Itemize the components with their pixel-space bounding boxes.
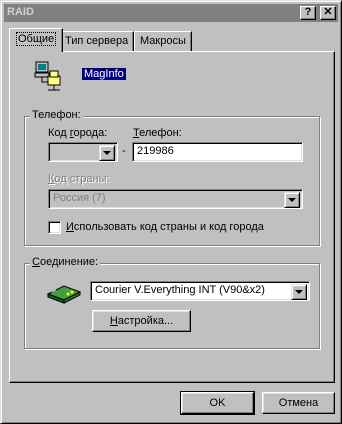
phone-group-title: Телефон: [30, 109, 83, 121]
tab-macros[interactable]: Макросы [134, 31, 192, 51]
connection-group-title: Соединение: [30, 256, 101, 268]
window-title: RAID [7, 6, 34, 18]
country-code-label: Код страны: [48, 173, 110, 185]
cancel-button[interactable]: Отмена [262, 392, 335, 414]
phone-label: Телефон: [133, 127, 182, 139]
use-codes-label[interactable]: Использовать код страны и код города [66, 221, 264, 233]
setup-button[interactable]: Настройка... [92, 310, 191, 332]
area-code-label: Код города: [48, 127, 108, 139]
tab-general[interactable]: Общие [9, 28, 64, 52]
close-button[interactable]: ✕ [320, 6, 336, 20]
ok-button[interactable]: OK [180, 391, 255, 415]
connection-name[interactable]: MagInfo [82, 68, 126, 80]
modem-icon [46, 285, 82, 304]
country-code-combobox[interactable]: Россия (7) [48, 189, 303, 209]
dialog-window: RAID ? ✕ Общие Тип сервера Макросы MagIn… [0, 0, 342, 424]
area-code-combobox[interactable] [48, 142, 118, 162]
dash-separator: - [122, 145, 126, 157]
phone-input[interactable]: 219986 [132, 142, 303, 162]
chevron-down-icon[interactable] [284, 192, 300, 208]
use-codes-checkbox[interactable] [48, 221, 61, 234]
chevron-down-icon[interactable] [291, 284, 307, 300]
tab-panel-general: MagInfo Телефон: Код города: - Телефон: … [9, 51, 335, 383]
chevron-down-icon[interactable] [99, 145, 115, 161]
modem-combobox[interactable]: Courier V.Everything INT (V90&x2) [90, 281, 310, 301]
title-bar[interactable]: RAID ? ✕ [4, 4, 338, 22]
help-button[interactable]: ? [300, 6, 316, 20]
tab-server-type[interactable]: Тип сервера [59, 31, 135, 51]
connection-groupbox [24, 263, 320, 349]
connection-computers-icon [34, 61, 61, 91]
